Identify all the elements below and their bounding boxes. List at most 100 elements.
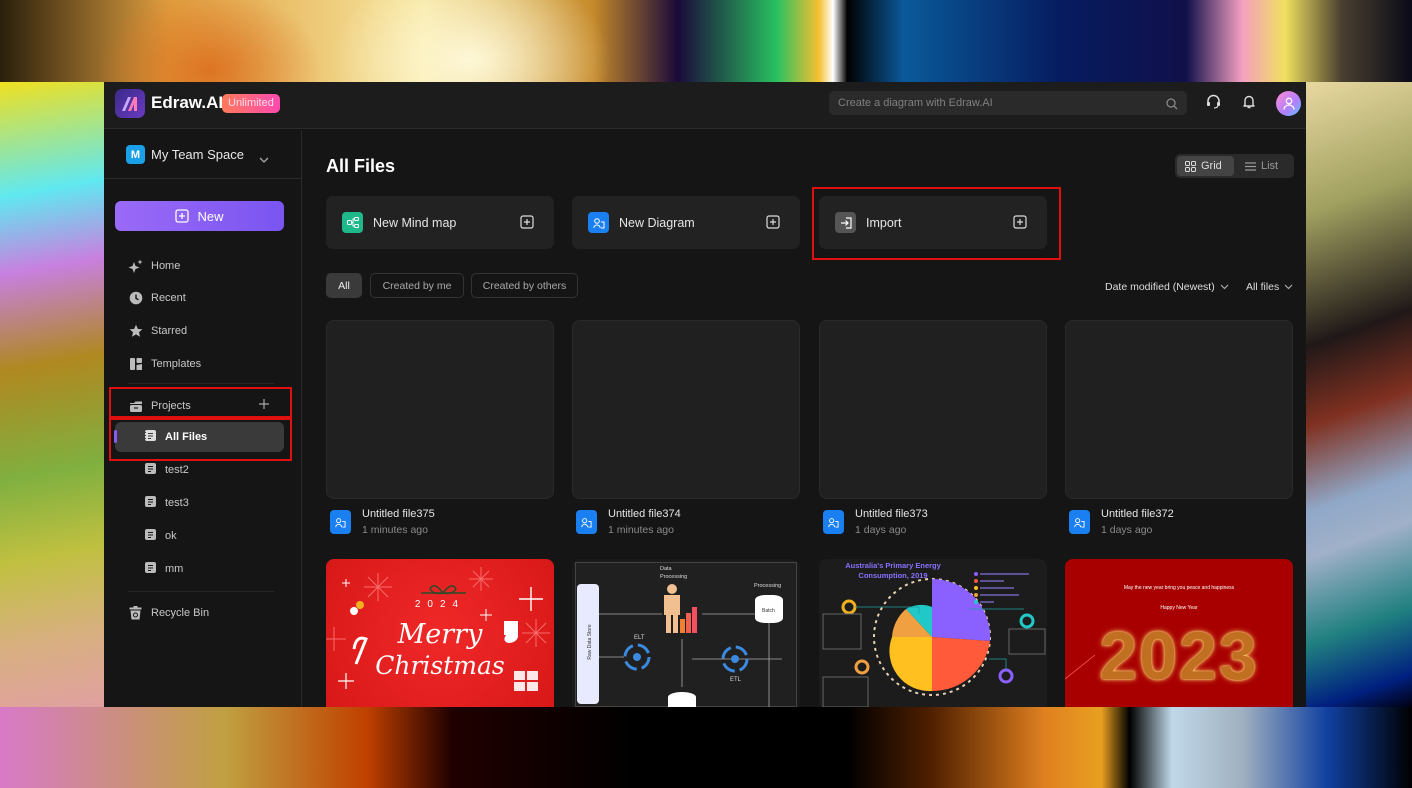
diagram-file-icon: [1069, 510, 1090, 534]
notification-bell-icon[interactable]: [1242, 94, 1256, 114]
divider: [128, 591, 274, 592]
christmas-template-preview[interactable]: 2024 Merry Christmas: [326, 559, 554, 707]
notebook-icon: [144, 495, 157, 511]
sidebar-item-label: Recent: [151, 292, 186, 304]
christmas-line2: Christmas: [375, 651, 505, 680]
project-item-test3[interactable]: test3: [144, 493, 189, 513]
search-icon[interactable]: [1166, 97, 1178, 115]
team-initial-badge: M: [126, 145, 145, 164]
file-item[interactable]: Untitled file372 1 days ago: [1069, 508, 1174, 536]
top-bar: Edraw.AI Unlimited: [104, 82, 1306, 129]
file-name: Untitled file374: [608, 508, 681, 520]
file-thumbnail[interactable]: [1065, 320, 1293, 499]
new-button-label: New: [197, 208, 224, 224]
christmas-line1: Merry: [397, 619, 483, 650]
diagram-file-icon: [576, 510, 597, 534]
scope-label: All files: [1246, 281, 1280, 293]
team-space-selector[interactable]: M My Team Space: [126, 145, 244, 164]
desktop-wallpaper-bottom: [0, 707, 1412, 788]
sidebar: M My Team Space New Home Recent Starred …: [104, 130, 302, 707]
file-modified-time: 1 minutes ago: [362, 524, 428, 536]
scope-dropdown[interactable]: All files: [1246, 281, 1293, 293]
project-item-ok[interactable]: ok: [144, 526, 177, 546]
diagram-file-icon: [330, 510, 351, 534]
sidebar-item-recycle-bin[interactable]: Recycle Bin: [128, 603, 209, 623]
project-item-label: ok: [165, 530, 177, 542]
christmas-year: 2024: [414, 599, 466, 610]
plan-badge[interactable]: Unlimited: [222, 94, 280, 113]
sidebar-item-templates[interactable]: Templates: [128, 354, 201, 374]
trash-icon: [128, 606, 143, 621]
sparkle-icon: [128, 259, 143, 274]
chevron-down-icon: [1284, 284, 1293, 290]
grid-view-button[interactable]: Grid: [1177, 156, 1234, 176]
divider: [104, 178, 302, 179]
filter-all[interactable]: All: [326, 273, 362, 298]
energy-infographic-template-preview[interactable]: Australia's Primary Energy Consumption, …: [819, 559, 1047, 707]
file-modified-time: 1 minutes ago: [608, 524, 674, 536]
notebook-icon: [144, 528, 157, 544]
sort-dropdown[interactable]: Date modified (Newest): [1105, 281, 1229, 293]
plus-square-icon[interactable]: [766, 215, 780, 234]
etl-label: ETL: [730, 677, 742, 683]
filter-created-by-me[interactable]: Created by me: [370, 273, 464, 298]
sidebar-item-home[interactable]: Home: [128, 256, 180, 276]
new-diagram-card[interactable]: New Diagram: [572, 196, 800, 249]
star-icon: [128, 324, 143, 339]
file-thumbnail[interactable]: [572, 320, 800, 499]
user-avatar[interactable]: [1276, 91, 1301, 116]
project-item-mm[interactable]: mm: [144, 559, 183, 579]
new-year-template-preview[interactable]: May the new year bring you peace and hap…: [1065, 559, 1293, 707]
templates-icon: [128, 357, 143, 372]
divider: [128, 383, 274, 384]
ai-search-bar[interactable]: [829, 91, 1187, 115]
brand-name: Edraw.AI: [151, 93, 224, 112]
project-item-label: test3: [165, 497, 189, 509]
file-modified-time: 1 days ago: [855, 524, 907, 536]
desktop-wallpaper-left: [0, 82, 104, 707]
sort-label: Date modified (Newest): [1105, 281, 1215, 293]
sidebar-item-recent[interactable]: Recent: [128, 288, 186, 308]
edraw-logo-icon[interactable]: [115, 89, 145, 118]
chevron-down-icon[interactable]: [259, 150, 269, 168]
file-item[interactable]: Untitled file373 1 days ago: [823, 508, 928, 536]
clock-icon: [128, 291, 143, 306]
ai-search-input[interactable]: [829, 91, 1159, 115]
file-thumbnail[interactable]: [819, 320, 1047, 499]
highlight-box-all-files: [109, 418, 292, 461]
file-item[interactable]: Untitled file374 1 minutes ago: [576, 508, 681, 536]
new-button[interactable]: New: [115, 201, 284, 231]
project-item-test2[interactable]: test2: [144, 460, 189, 480]
sidebar-item-label: Templates: [151, 358, 202, 370]
sidebar-item-label: Recycle Bin: [151, 607, 210, 619]
project-item-label: test2: [165, 464, 189, 476]
file-item[interactable]: Untitled file375 1 minutes ago: [330, 508, 435, 536]
diagram-file-icon: [823, 510, 844, 534]
list-view-button[interactable]: List: [1237, 156, 1292, 176]
grid-view-label: Grid: [1201, 160, 1222, 172]
notebook-icon: [144, 561, 157, 577]
elt-label: ELT: [634, 635, 645, 641]
file-name: Untitled file372: [1101, 508, 1174, 520]
file-name: Untitled file375: [362, 508, 435, 520]
action-label: New Diagram: [619, 216, 695, 230]
action-label: New Mind map: [373, 216, 457, 230]
new-mind-map-card[interactable]: New Mind map: [326, 196, 554, 249]
data-processing-template-preview[interactable]: Raw Data Store Data Processing Processin…: [572, 559, 800, 707]
project-item-label: mm: [165, 563, 184, 575]
desktop-wallpaper-right: [1306, 82, 1412, 707]
plus-square-icon[interactable]: [520, 215, 534, 234]
highlight-box-projects: [109, 387, 292, 418]
list-view-label: List: [1261, 160, 1279, 172]
team-space-name: My Team Space: [151, 147, 244, 162]
sidebar-item-starred[interactable]: Starred: [128, 321, 187, 341]
sidebar-item-label: Home: [151, 260, 181, 272]
file-thumbnail[interactable]: [326, 320, 554, 499]
main-content: All Files Grid List New Mind map New Dia…: [303, 130, 1306, 707]
headset-support-icon[interactable]: [1206, 94, 1221, 114]
filter-created-by-others[interactable]: Created by others: [471, 273, 578, 298]
file-modified-time: 1 days ago: [1101, 524, 1153, 536]
mind-map-icon: [342, 212, 363, 233]
chevron-down-icon: [1220, 284, 1229, 290]
sidebar-item-label: Starred: [151, 325, 188, 337]
